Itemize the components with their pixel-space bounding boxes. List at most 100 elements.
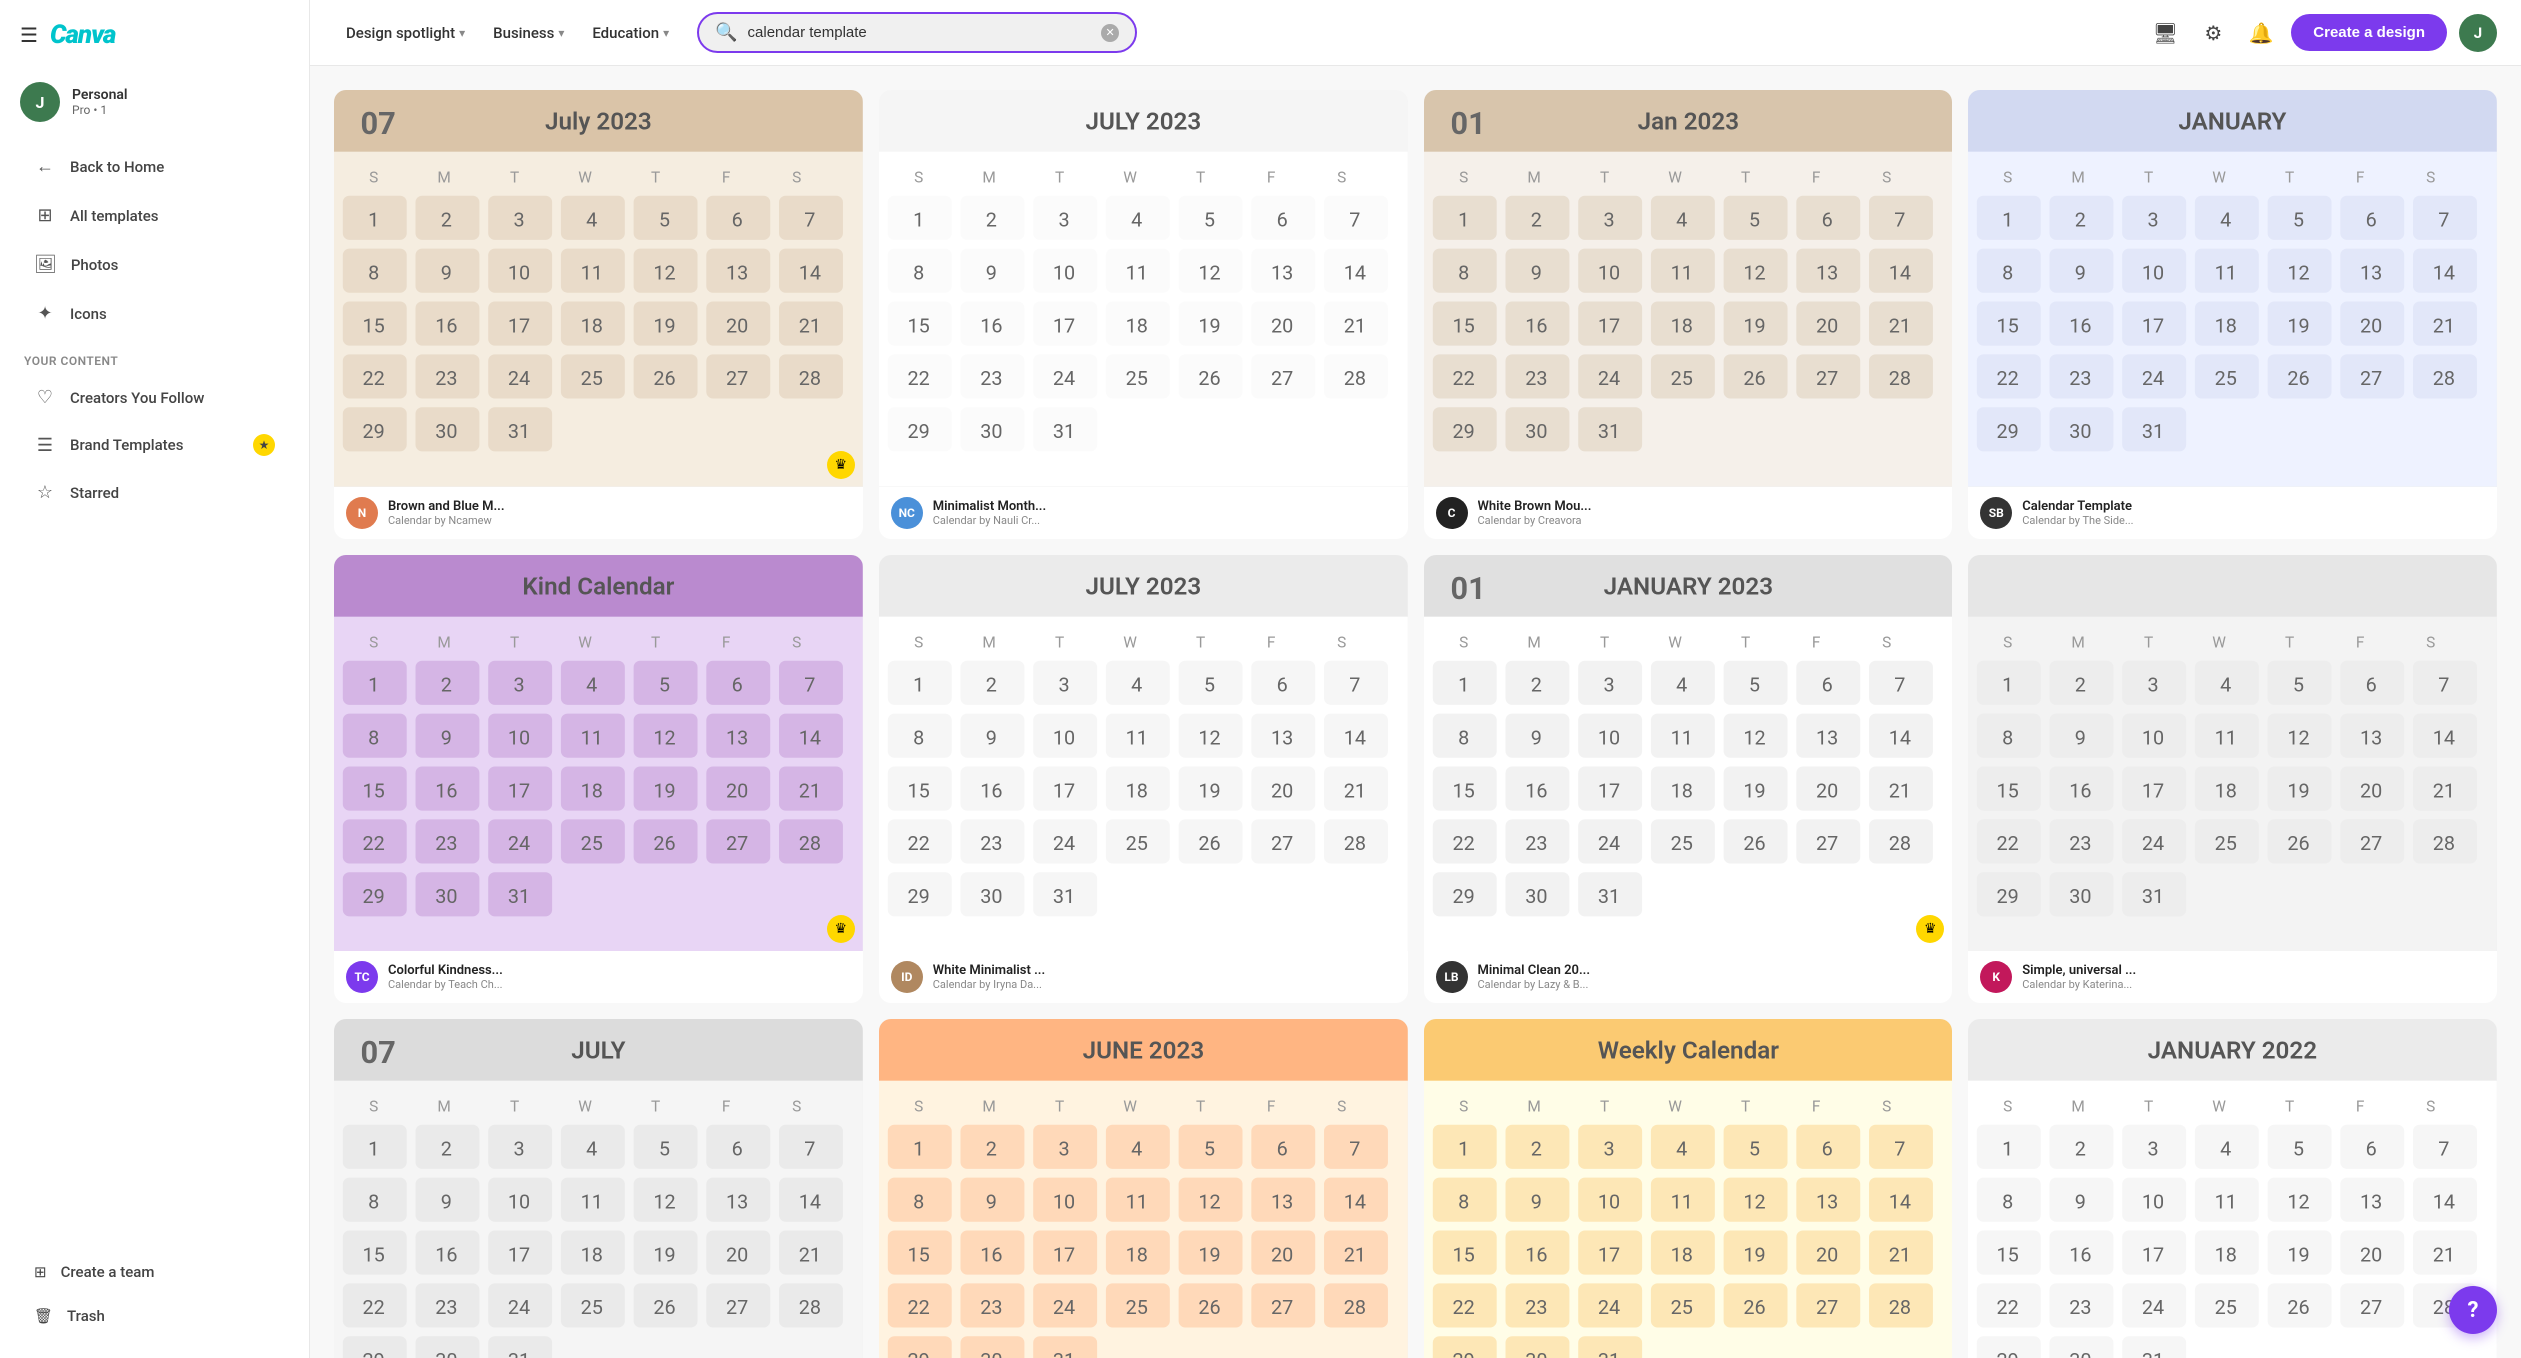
sidebar-item-photos[interactable]: 🖼 Photos <box>10 242 299 287</box>
svg-text:01: 01 <box>1450 105 1485 142</box>
svg-text:29: 29 <box>363 1349 385 1358</box>
bell-icon[interactable]: 🔔 <box>2243 15 2279 51</box>
svg-text:21: 21 <box>1888 779 1910 802</box>
svg-text:7: 7 <box>1349 209 1360 232</box>
svg-text:13: 13 <box>1271 726 1293 749</box>
nav-link-design-spotlight[interactable]: Design spotlight ▾ <box>334 16 477 50</box>
svg-text:S: S <box>792 1098 801 1116</box>
svg-text:2: 2 <box>986 1138 997 1161</box>
svg-text:8: 8 <box>1458 261 1469 284</box>
template-card[interactable]: 01 JANUARY 2023 SMTWTFS 1 2 3 4 5 6 7 8 … <box>1424 555 1953 1004</box>
top-bar: Design spotlight ▾ Business ▾ Education … <box>310 0 2521 66</box>
svg-text:29: 29 <box>907 1349 929 1358</box>
sidebar-item-brand-templates[interactable]: ☰ Brand Templates ★ <box>10 423 299 467</box>
search-bar[interactable]: 🔍 ✕ <box>697 12 1137 53</box>
sidebar-item-creators-you-follow[interactable]: ♡ Creators You Follow <box>10 376 299 419</box>
template-card[interactable]: Weekly Calendar SMTWTFS 1 2 3 4 5 6 7 8 … <box>1424 1019 1953 1358</box>
user-avatar-top[interactable]: J <box>2459 14 2497 52</box>
nav-link-education[interactable]: Education ▾ <box>580 16 681 50</box>
svg-text:15: 15 <box>1452 1243 1474 1266</box>
svg-text:S: S <box>2003 633 2012 651</box>
svg-text:9: 9 <box>441 726 452 749</box>
settings-icon[interactable]: ⚙ <box>2195 15 2231 51</box>
sidebar-item-icons[interactable]: ✦ Icons <box>10 291 299 336</box>
template-card[interactable]: JULY 2023 SMTWTFS 1 2 3 4 5 6 7 8 9 10 1… <box>879 555 1408 1004</box>
svg-text:7: 7 <box>1894 209 1905 232</box>
create-design-button[interactable]: Create a design <box>2291 14 2447 51</box>
svg-text:17: 17 <box>1597 1243 1619 1266</box>
svg-text:23: 23 <box>980 1296 1002 1319</box>
svg-text:18: 18 <box>1670 1243 1692 1266</box>
svg-text:24: 24 <box>1597 1296 1619 1319</box>
svg-text:M: M <box>1527 169 1540 187</box>
svg-text:1: 1 <box>2002 673 2013 696</box>
svg-text:28: 28 <box>1343 1296 1365 1319</box>
monitor-icon[interactable]: 🖥 <box>2147 15 2183 51</box>
template-name: Simple, universal ... <box>2022 963 2136 978</box>
svg-text:10: 10 <box>1597 1191 1619 1214</box>
svg-text:T: T <box>510 169 519 187</box>
template-card[interactable]: JANUARY 2022 SMTWTFS 1 2 3 4 5 6 7 8 9 1… <box>1968 1019 2497 1358</box>
template-card[interactable]: JUNE 2023 SMTWTFS 1 2 3 4 5 6 7 8 9 10 1… <box>879 1019 1408 1358</box>
nav-link-business[interactable]: Business ▾ <box>481 16 576 50</box>
template-name: Colorful Kindness... <box>388 963 503 978</box>
svg-text:22: 22 <box>1997 832 2019 855</box>
svg-text:28: 28 <box>1343 832 1365 855</box>
user-section[interactable]: J Personal Pro • 1 <box>0 70 309 134</box>
svg-text:S: S <box>1337 633 1346 651</box>
svg-text:JANUARY: JANUARY <box>2179 108 2287 136</box>
template-text: White Minimalist ... Calendar by Iryna D… <box>933 963 1045 991</box>
svg-text:31: 31 <box>2142 885 2164 908</box>
svg-text:T: T <box>1600 1098 1609 1116</box>
template-text: Calendar Template Calendar by The Side..… <box>2022 499 2133 527</box>
svg-text:24: 24 <box>2142 832 2164 855</box>
template-text: Minimal Clean 20... Calendar by Lazy & B… <box>1478 963 1591 991</box>
svg-text:3: 3 <box>513 209 524 232</box>
template-card[interactable]: 07 July 2023 SMTWTFS 1 2 3 4 5 6 7 8 9 1… <box>334 90 863 539</box>
sidebar-item-all-templates[interactable]: ⊞ All templates <box>10 193 299 238</box>
svg-text:4: 4 <box>1676 673 1687 696</box>
svg-text:15: 15 <box>1997 779 2019 802</box>
svg-text:S: S <box>1459 633 1468 651</box>
svg-text:25: 25 <box>2215 832 2237 855</box>
sidebar-item-back-home[interactable]: ← Back to Home <box>10 144 299 189</box>
svg-text:7: 7 <box>2439 209 2450 232</box>
template-card[interactable]: 01 Jan 2023 SMTWTFS 1 2 3 4 5 6 7 8 9 10… <box>1424 90 1953 539</box>
template-card[interactable]: JANUARY SMTWTFS 1 2 3 4 5 6 7 8 9 10 11 … <box>1968 90 2497 539</box>
sidebar-item-starred[interactable]: ☆ Starred <box>10 471 299 514</box>
hamburger-icon[interactable]: ☰ <box>20 23 38 47</box>
svg-text:10: 10 <box>508 1191 530 1214</box>
sidebar-item-trash[interactable]: 🗑 Trash <box>10 1296 299 1336</box>
svg-text:4: 4 <box>586 1138 597 1161</box>
template-card[interactable]: JULY 2023 SMTWTFS 1 2 3 4 5 6 7 8 9 10 1… <box>879 90 1408 539</box>
svg-text:31: 31 <box>1597 1349 1619 1358</box>
chevron-down-icon: ▾ <box>459 26 465 40</box>
template-card[interactable]: Kind Calendar SMTWTFS 1 2 3 4 5 6 7 8 9 … <box>334 555 863 1004</box>
svg-text:20: 20 <box>2360 779 2382 802</box>
search-input[interactable] <box>748 24 1092 41</box>
svg-text:31: 31 <box>508 885 530 908</box>
svg-text:9: 9 <box>441 261 452 284</box>
sidebar-item-create-team[interactable]: ⊞ Create a team <box>10 1252 299 1292</box>
svg-text:W: W <box>2213 169 2227 187</box>
user-info: Personal Pro • 1 <box>72 87 128 117</box>
svg-text:11: 11 <box>2215 1191 2237 1214</box>
svg-text:25: 25 <box>2215 1296 2237 1319</box>
svg-text:16: 16 <box>2069 779 2091 802</box>
svg-text:W: W <box>1123 169 1137 187</box>
svg-text:12: 12 <box>1743 1191 1765 1214</box>
svg-text:F: F <box>722 169 731 187</box>
svg-text:22: 22 <box>363 367 385 390</box>
svg-text:12: 12 <box>1198 726 1220 749</box>
svg-text:8: 8 <box>2002 261 2013 284</box>
help-button[interactable]: ? <box>2449 1286 2497 1334</box>
svg-text:11: 11 <box>1670 726 1692 749</box>
svg-text:M: M <box>982 169 995 187</box>
clear-search-button[interactable]: ✕ <box>1101 24 1119 42</box>
template-card[interactable]: SMTWTFS 1 2 3 4 5 6 7 8 9 10 11 12 13 14… <box>1968 555 2497 1004</box>
template-card[interactable]: 07 JULY SMTWTFS 1 2 3 4 5 6 7 8 9 10 11 … <box>334 1019 863 1358</box>
nav-links: Design spotlight ▾ Business ▾ Education … <box>334 16 681 50</box>
svg-text:T: T <box>2144 1098 2153 1116</box>
svg-text:T: T <box>651 1098 660 1116</box>
svg-text:14: 14 <box>1343 1191 1365 1214</box>
